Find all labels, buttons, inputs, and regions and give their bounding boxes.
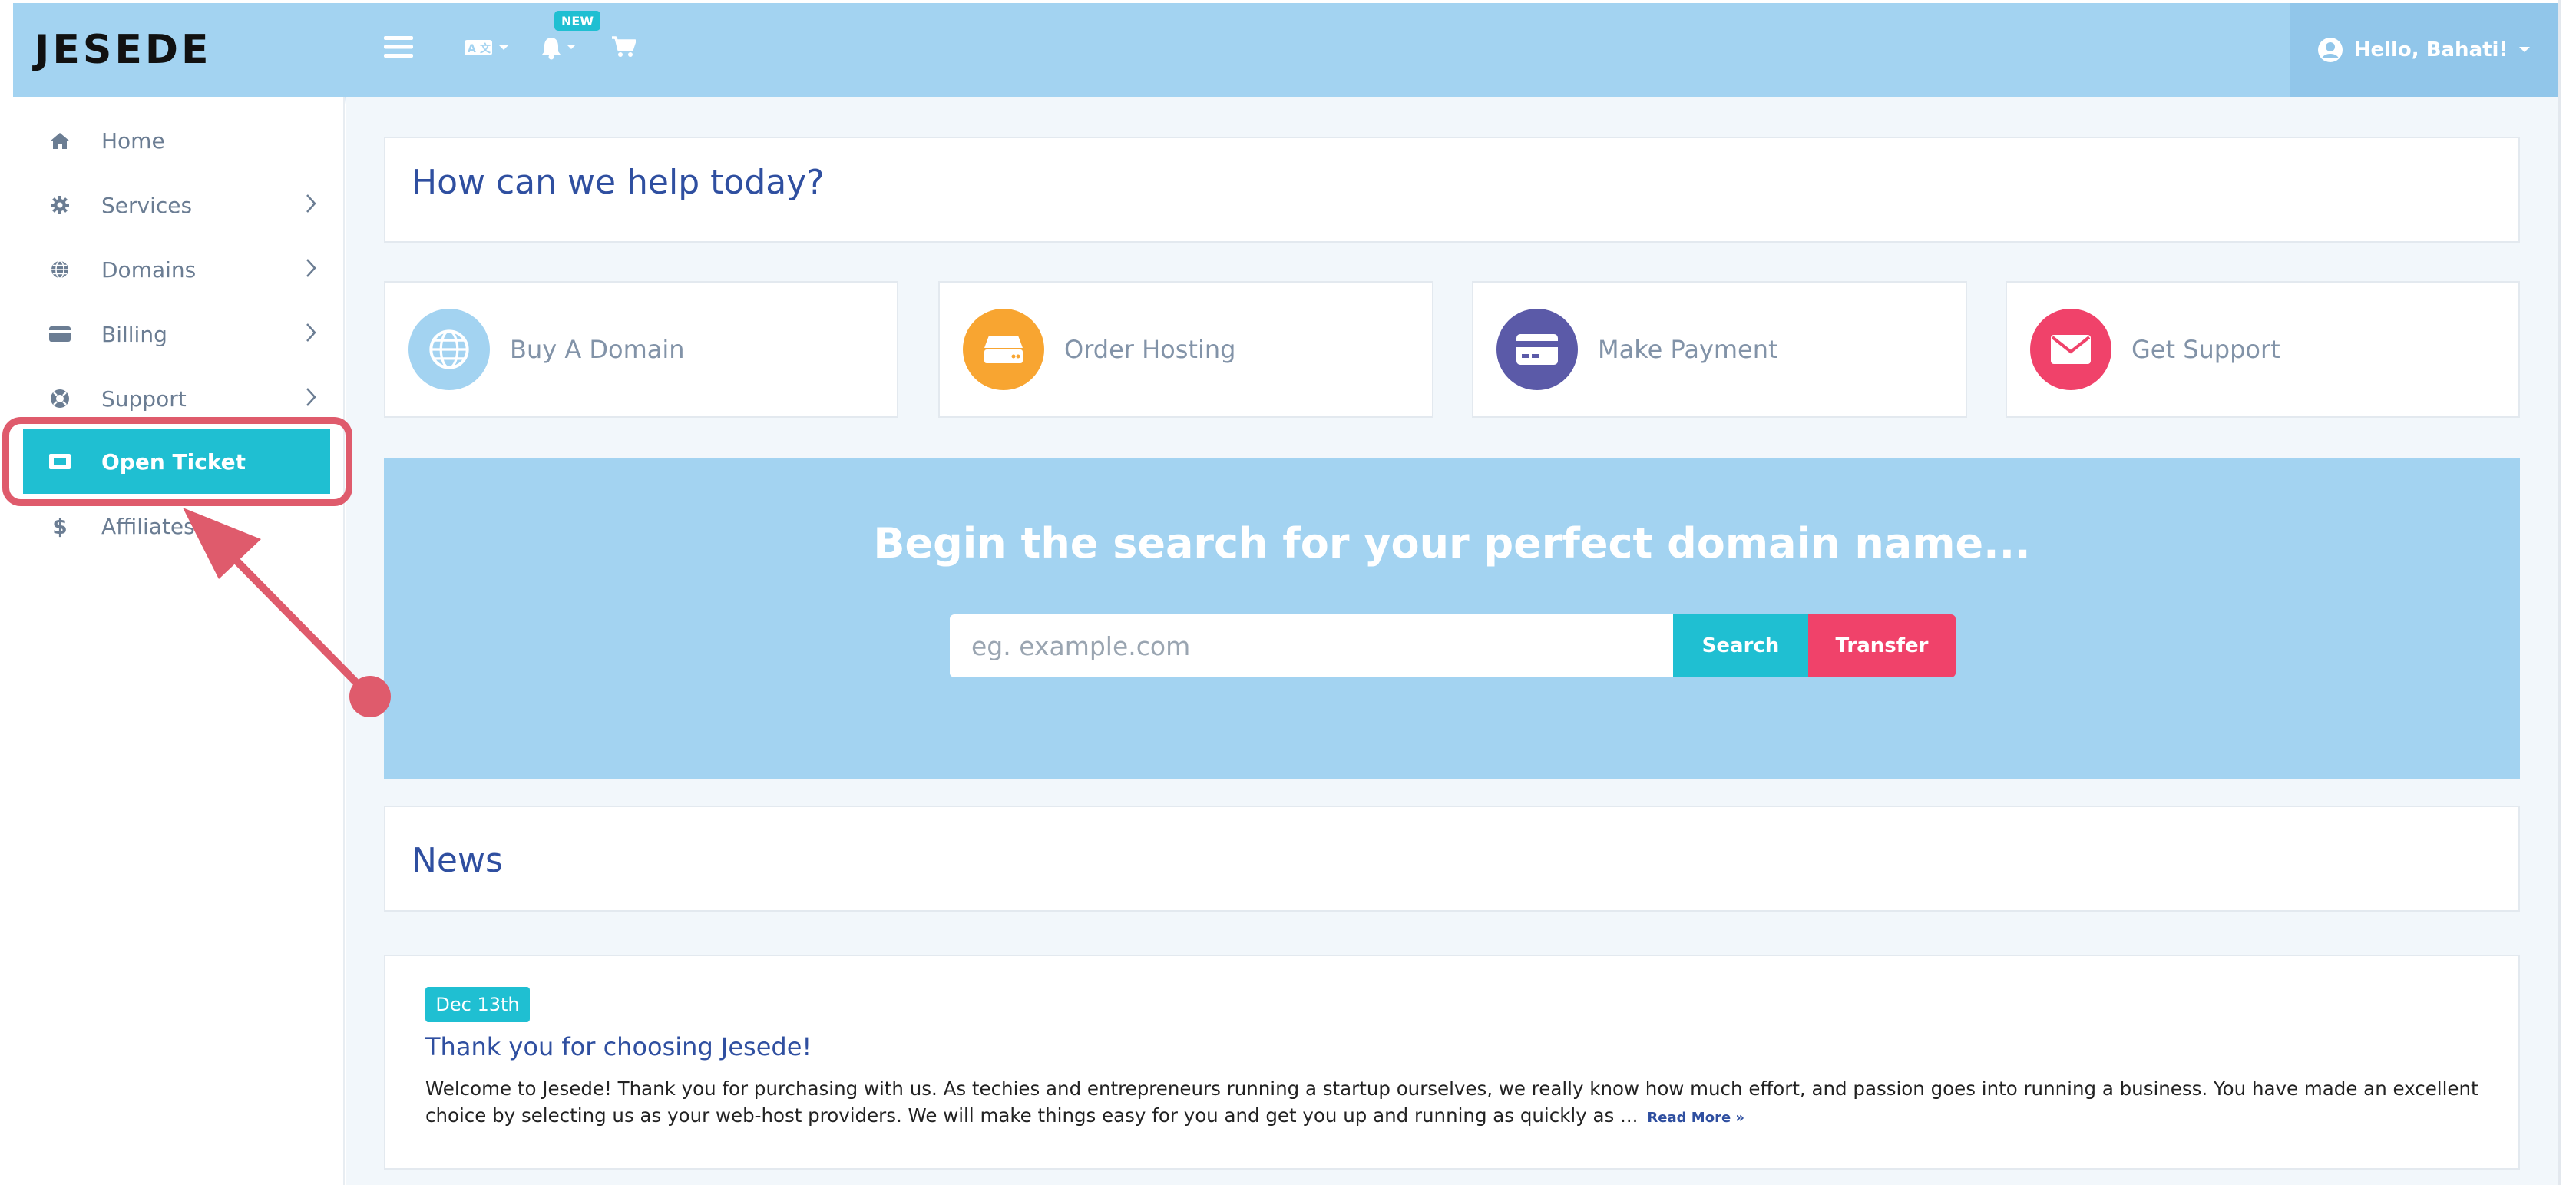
app-root: JESEDE A 文 NEW Hello, Bahati! Home Servi… xyxy=(0,0,2576,1185)
annotation-arrow xyxy=(183,508,391,717)
